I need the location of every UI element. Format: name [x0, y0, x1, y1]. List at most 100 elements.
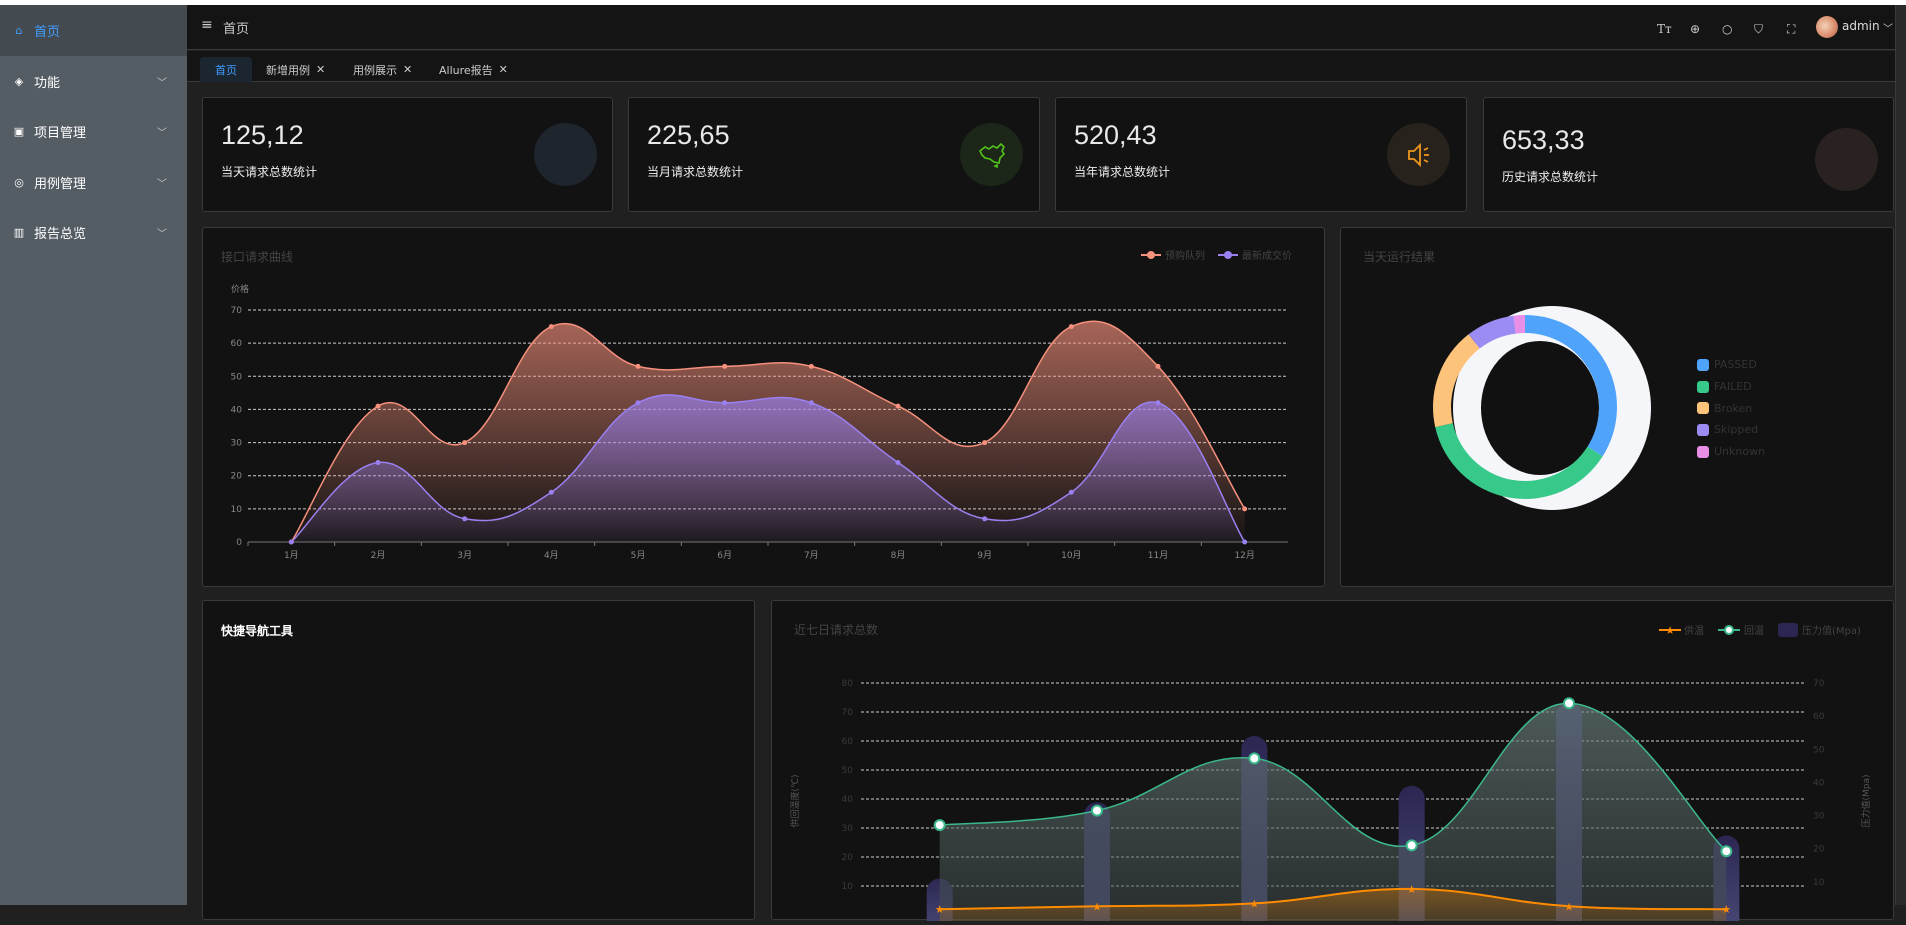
data-point — [895, 459, 901, 465]
legend-label: 供温 — [1684, 624, 1704, 637]
stat-card-month: 225,65 当月请求总数统计 — [628, 97, 1040, 212]
x-tick-label: 12月 — [1234, 550, 1254, 561]
stat-card-history: 653,33 历史请求总数统计 — [1483, 97, 1894, 212]
legend-star-icon: ★ — [1665, 624, 1675, 637]
y-tick-label: 20 — [842, 853, 854, 863]
close-icon[interactable]: ✕ — [499, 63, 508, 76]
data-point — [462, 440, 468, 446]
language-icon[interactable]: ⊕ — [1690, 22, 1700, 36]
code-icon: ▣ — [13, 125, 25, 138]
seven-day-card: 近七日请求总数 10 20 30 40 50 60 70 80 10 20 30 40 50 60 70 供回温… — [771, 600, 1894, 925]
close-icon[interactable]: ✕ — [316, 63, 325, 76]
y-tick-label: 40 — [231, 405, 243, 415]
search-icon[interactable]: ○ — [1722, 22, 1732, 36]
stat-label: 历史请求总数统计 — [1502, 170, 1599, 184]
legend-label: 回温 — [1744, 625, 1764, 637]
tab-case-list[interactable]: 用例展示 ✕ — [353, 57, 412, 82]
stat-label: 当天请求总数统计 — [221, 165, 318, 179]
user-name[interactable]: admin — [1842, 19, 1880, 33]
data-point — [1242, 506, 1248, 512]
data-point — [462, 516, 468, 522]
stat-card-today: 125,12 当天请求总数统计 — [202, 97, 613, 212]
x-tick-label: 2月 — [371, 550, 386, 561]
x-tick-label: 1月 — [284, 550, 299, 561]
y-tick-label: 60 — [231, 339, 243, 349]
quick-nav-title: 快捷导航工具 — [221, 624, 294, 638]
close-icon[interactable]: ✕ — [403, 63, 412, 76]
y2-tick-label: 40 — [1813, 778, 1825, 788]
legend-marker — [1147, 251, 1155, 259]
legend-item[interactable]: PASSED — [1697, 354, 1765, 376]
legend-item[interactable]: Skipped — [1697, 419, 1765, 441]
sidebar-item-reports[interactable]: ▥ 报告总览 ﹀ — [0, 207, 187, 258]
donut-hole — [1481, 341, 1599, 475]
y-tick-label: 60 — [842, 737, 854, 747]
chart-title: 接口请求曲线 — [221, 249, 293, 264]
legend-swatch — [1697, 380, 1709, 393]
theme-icon[interactable]: ⛉ — [1754, 22, 1763, 37]
data-point — [548, 489, 554, 495]
chevron-down-icon: ﹀ — [157, 229, 167, 240]
tab-label: 用例展示 — [353, 63, 397, 77]
data-point — [375, 459, 381, 465]
tab-allure-report[interactable]: Allure报告 ✕ — [439, 57, 508, 82]
return-temp-point — [1563, 697, 1575, 710]
run-result-chart: 当天运行结果 — [1363, 250, 1651, 510]
tab-add-case[interactable]: 新增用例 ✕ — [266, 57, 325, 82]
return-temp-point — [1091, 804, 1103, 817]
menu-toggle-icon[interactable]: ≡ — [201, 17, 213, 33]
x-tick-label: 9月 — [977, 550, 992, 561]
sidebar-item-home[interactable]: ⌂ 首页 — [0, 5, 187, 56]
stat-icon-circle — [534, 123, 597, 186]
y-tick-label: 70 — [231, 306, 243, 316]
supply-temp-point: ★ — [1249, 897, 1259, 910]
stat-icon-circle — [1815, 128, 1878, 191]
y2-tick-label: 30 — [1813, 812, 1825, 822]
data-point — [548, 324, 554, 330]
stat-icon-circle — [960, 123, 1023, 186]
sidebar-item-projects[interactable]: ▣ 项目管理 ﹀ — [0, 106, 187, 157]
sidebar-item-cases[interactable]: ◎ 用例管理 ﹀ — [0, 157, 187, 208]
stat-icon-circle — [1387, 123, 1450, 186]
stat-value: 225,65 — [647, 120, 730, 150]
supply-temp-point: ★ — [935, 903, 945, 916]
sidebar-item-features[interactable]: ◈ 功能 ﹀ — [0, 56, 187, 107]
legend-label: Broken — [1714, 401, 1753, 415]
data-point — [722, 400, 728, 406]
legend-swatch — [1697, 402, 1709, 415]
sidebar: ⌂ 首页 ◈ 功能 ﹀ ▣ 项目管理 ﹀ ◎ 用例管理 ﹀ ▥ 报告总览 ﹀ — [0, 5, 187, 905]
y-axis-name: 供回温度(℃) — [789, 774, 801, 827]
chevron-down-icon[interactable]: ﹀ — [1883, 20, 1893, 35]
avatar[interactable] — [1816, 16, 1838, 38]
y-tick-label: 80 — [842, 679, 854, 689]
font-size-icon[interactable]: Tт — [1657, 22, 1672, 36]
y2-axis-name: 压力值(Mpa) — [1860, 774, 1872, 827]
y-tick-label: 40 — [842, 795, 854, 805]
legend-label: 最新成交价 — [1242, 249, 1292, 262]
fullscreen-icon[interactable]: ⛶ — [1787, 22, 1795, 37]
scrollbar[interactable] — [1895, 5, 1906, 905]
x-tick-label: 4月 — [544, 550, 559, 561]
y-tick-label: 50 — [842, 766, 854, 776]
tab-home[interactable]: 首页 — [200, 57, 252, 82]
tab-label: 首页 — [215, 63, 237, 77]
data-point — [1068, 489, 1074, 495]
y2-tick-label: 70 — [1813, 679, 1825, 689]
legend-item[interactable]: Broken — [1697, 397, 1765, 419]
legend-item[interactable]: FAILED — [1697, 376, 1765, 398]
legend-item[interactable]: Unknown — [1697, 441, 1765, 463]
run-result-card: 当天运行结果 PASSED FAILED Broken Skipped Unknown — [1340, 227, 1894, 587]
stat-label: 当月请求总数统计 — [647, 165, 744, 179]
legend-label: Skipped — [1714, 423, 1759, 437]
y-tick-label: 20 — [231, 472, 243, 482]
sidebar-item-label: 用例管理 — [34, 177, 87, 192]
stat-value: 520,43 — [1074, 120, 1157, 150]
legend-swatch — [1778, 623, 1798, 637]
sidebar-item-label: 项目管理 — [34, 126, 87, 141]
supply-temp-point: ★ — [1721, 903, 1731, 916]
legend-marker — [1724, 625, 1734, 635]
breadcrumb: 首页 — [223, 22, 250, 37]
legend-label: FAILED — [1714, 380, 1752, 394]
chevron-down-icon: ﹀ — [157, 128, 167, 139]
return-temp-point — [933, 819, 946, 832]
